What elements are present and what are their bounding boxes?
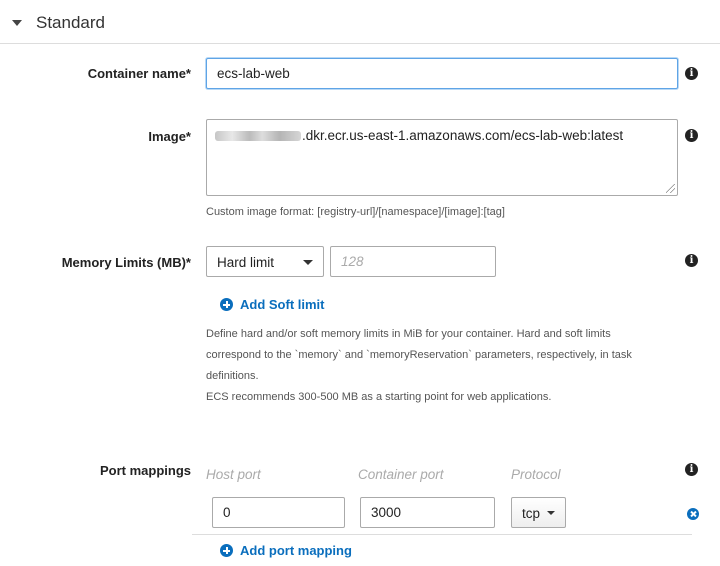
memory-help-line: definitions. [206, 370, 259, 382]
image-value-text: .dkr.ecr.us-east-1.amazonaws.com/ecs-lab… [302, 128, 624, 143]
add-port-mapping-link[interactable]: Add port mapping [240, 543, 352, 558]
remove-port-mapping-icon[interactable] [687, 508, 699, 520]
memory-limit-type-value: Hard limit [217, 255, 275, 270]
protocol-value: tcp [522, 506, 541, 521]
add-soft-limit-link[interactable]: Add Soft limit [240, 297, 325, 312]
section-title: Standard [36, 13, 105, 32]
port-row-divider [192, 534, 692, 535]
info-icon[interactable]: i [685, 129, 698, 142]
info-icon[interactable]: i [685, 67, 698, 80]
image-textarea[interactable]: .dkr.ecr.us-east-1.amazonaws.com/ecs-lab… [206, 119, 678, 196]
plus-icon[interactable] [220, 298, 233, 311]
caret-down-icon[interactable] [12, 20, 22, 26]
info-icon[interactable]: i [685, 463, 698, 476]
section-header[interactable]: Standard [0, 0, 720, 44]
host-port-header: Host port [206, 467, 261, 482]
container-name-input[interactable] [206, 58, 678, 89]
memory-help-line: Define hard and/or soft memory limits in… [206, 328, 611, 340]
memory-limit-input[interactable] [330, 246, 496, 277]
plus-icon[interactable] [220, 544, 233, 557]
protocol-header: Protocol [511, 467, 561, 482]
image-label: Image* [148, 129, 191, 144]
redacted-account-id [215, 131, 301, 142]
container-port-header: Container port [358, 467, 444, 482]
host-port-input[interactable] [212, 497, 345, 528]
container-name-label: Container name* [87, 66, 191, 81]
info-icon[interactable]: i [685, 254, 698, 267]
memory-limits-label: Memory Limits (MB)* [61, 255, 191, 270]
container-port-input[interactable] [360, 497, 495, 528]
chevron-down-icon [547, 511, 555, 515]
memory-help-line: ECS recommends 300-500 MB as a starting … [206, 391, 552, 403]
protocol-select[interactable]: tcp [511, 497, 566, 528]
chevron-down-icon [303, 260, 313, 265]
resize-grip-icon[interactable] [666, 184, 675, 193]
memory-limit-type-select[interactable]: Hard limit [206, 246, 324, 277]
memory-help-line: correspond to the `memory` and `memoryRe… [206, 349, 632, 361]
image-value: .dkr.ecr.us-east-1.amazonaws.com/ecs-lab… [215, 128, 623, 143]
port-mappings-label: Port mappings [99, 463, 191, 478]
image-help-text: Custom image format: [registry-url]/[nam… [206, 206, 505, 218]
